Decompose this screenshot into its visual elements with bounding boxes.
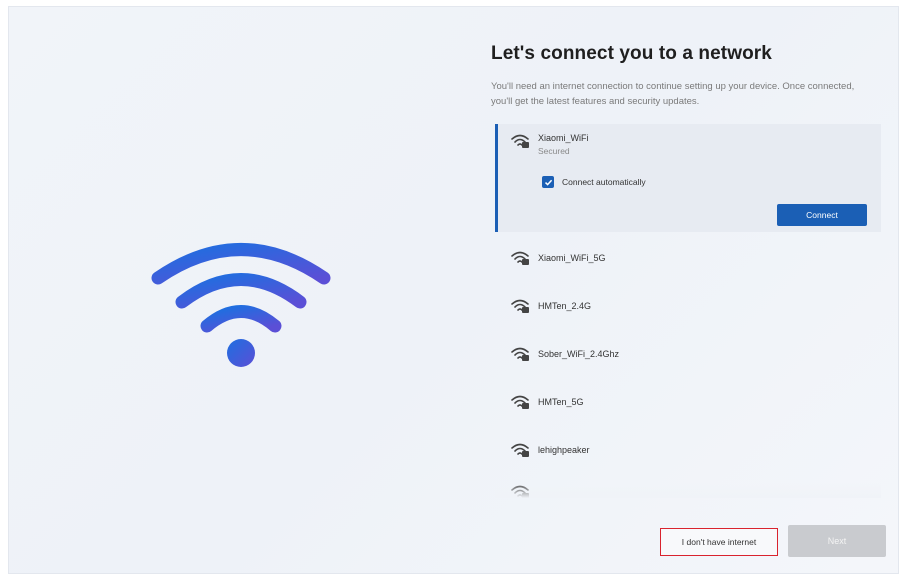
network-item[interactable]: HMTen_5G xyxy=(495,378,881,426)
network-item-selected[interactable]: Xiaomi_WiFi Secured Connect automaticall… xyxy=(495,124,881,232)
wifi-hero-icon xyxy=(151,243,331,367)
network-item[interactable]: Sober_WiFi_2.4Ghz xyxy=(495,330,881,378)
no-internet-button[interactable]: I don't have internet xyxy=(660,528,778,556)
setup-window: Let's connect you to a network You'll ne… xyxy=(8,6,899,574)
checkmark-icon xyxy=(542,176,554,188)
wifi-secured-icon xyxy=(511,298,531,314)
network-item[interactable]: HMTen_2.4G xyxy=(495,282,881,330)
network-status: Secured xyxy=(538,146,570,156)
wifi-secured-icon xyxy=(511,346,531,362)
network-name: HMTen_5G xyxy=(538,397,584,407)
connect-button[interactable]: Connect xyxy=(777,204,867,226)
page-description: You'll need an internet connection to co… xyxy=(491,81,855,107)
connect-automatically-checkbox[interactable]: Connect automatically xyxy=(542,176,646,188)
network-list[interactable]: Xiaomi_WiFi Secured Connect automaticall… xyxy=(495,124,881,498)
wifi-secured-icon xyxy=(511,133,531,149)
network-name: lehighpeaker xyxy=(538,445,590,455)
next-button[interactable]: Next xyxy=(788,525,886,557)
network-item[interactable]: lehighpeaker xyxy=(495,426,881,474)
network-name: Xiaomi_WiFi_5G xyxy=(538,253,606,263)
wifi-secured-icon xyxy=(511,250,531,266)
wifi-secured-icon xyxy=(511,394,531,410)
network-name: Sober_WiFi_2.4Ghz xyxy=(538,349,620,359)
list-scroll-fade xyxy=(495,482,881,498)
network-name: HMTen_2.4G xyxy=(538,301,592,311)
wifi-secured-icon xyxy=(511,442,531,458)
page-title: Let's connect you to a network xyxy=(491,43,772,64)
connect-automatically-label: Connect automatically xyxy=(562,177,646,187)
network-name: Xiaomi_WiFi xyxy=(538,133,589,143)
network-item[interactable]: Xiaomi_WiFi_5G xyxy=(495,234,881,282)
